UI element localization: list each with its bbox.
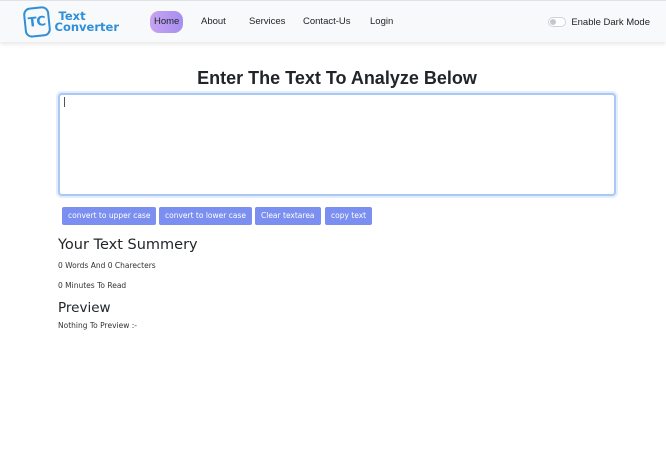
word-char-count: 0 Words And 0 Charecters (58, 261, 156, 270)
page-title: Enter The Text To Analyze Below (197, 68, 477, 88)
toggle-switch-icon[interactable] (548, 17, 567, 27)
lowercase-button[interactable]: convert to lower case (159, 207, 252, 225)
toggle-knob (550, 19, 557, 25)
clear-textarea-button[interactable]: Clear textarea (255, 207, 321, 225)
brand-logo[interactable]: TC Text Converter (22, 4, 119, 40)
dark-mode-toggle[interactable]: Enable Dark Mode (548, 15, 650, 29)
preview-title: Preview (58, 300, 111, 316)
preview-text: Nothing To Preview :- (58, 321, 137, 330)
copy-text-button[interactable]: copy text (325, 207, 373, 225)
brand-name-line2: Converter (54, 20, 119, 34)
dark-mode-label: Enable Dark Mode (571, 16, 650, 28)
nav-link-login[interactable]: Login (370, 11, 393, 33)
summary-title: Your Text Summery (58, 237, 198, 253)
nav-link-home[interactable]: Home (150, 11, 184, 33)
tc-logo-icon: TC (22, 5, 52, 39)
nav-link-about[interactable]: About (201, 11, 226, 33)
text-caret (64, 97, 65, 107)
brand-name: Text Converter (54, 10, 119, 34)
nav-link-contact-us[interactable]: Contact-Us (303, 11, 351, 33)
nav-link-services[interactable]: Services (249, 11, 285, 33)
uppercase-button[interactable]: convert to upper case (62, 207, 157, 225)
navbar: TC Text Converter Home About Services Co… (0, 0, 666, 42)
read-time: 0 Minutes To Read (58, 281, 127, 290)
text-input-area[interactable] (58, 93, 616, 196)
